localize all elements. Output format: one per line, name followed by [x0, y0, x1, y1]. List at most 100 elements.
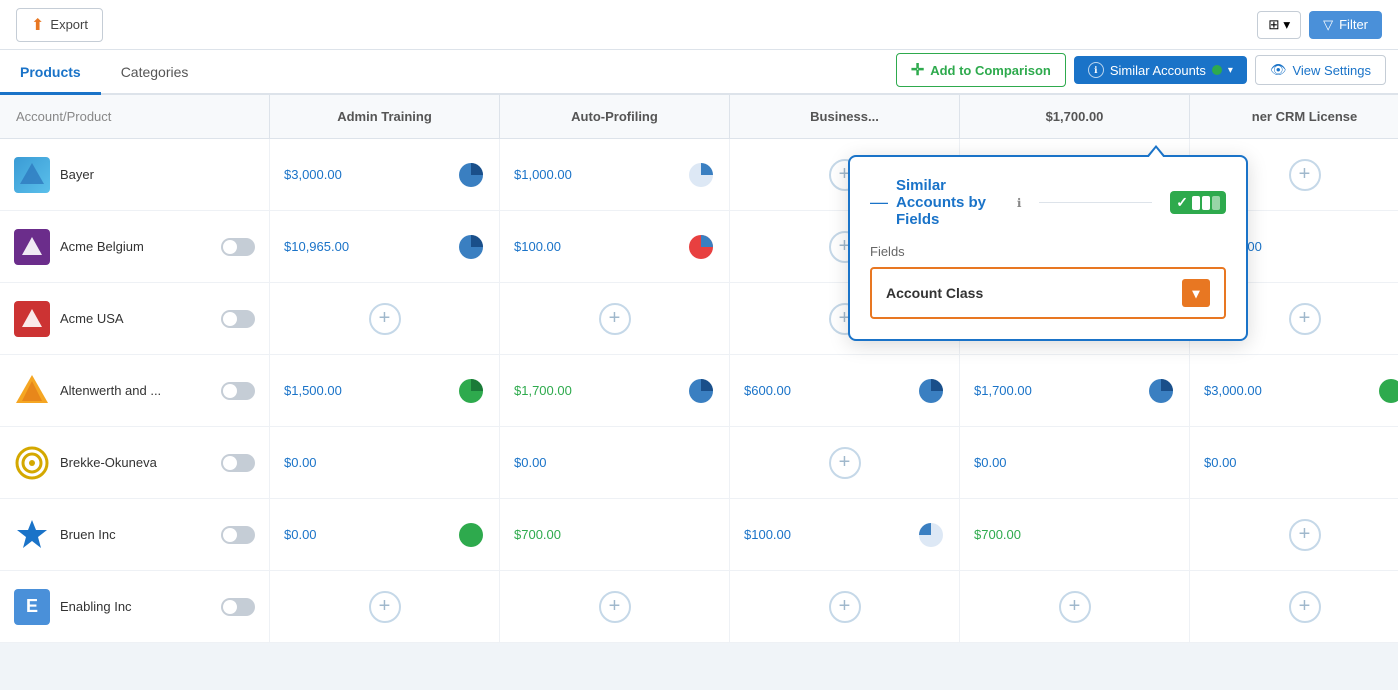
brekke-logo: [14, 445, 50, 481]
fields-label: Fields: [870, 244, 1226, 259]
similar-accounts-button[interactable]: ℹ Similar Accounts ▾: [1074, 56, 1247, 84]
bruen-admin: $0.00: [270, 499, 500, 571]
altenwerth-name: Altenwerth and ...: [60, 383, 211, 398]
similar-accounts-popup: — Similar Accounts by Fields ℹ ✓ Fields …: [848, 155, 1248, 341]
bruen-business-pie: [917, 521, 945, 549]
account-row-acme-usa: Acme USA: [0, 283, 270, 355]
bayer-auto-amount: $1,000.00: [514, 167, 572, 182]
fields-dropdown[interactable]: Account Class ▾: [870, 267, 1226, 319]
bayer-crm-add[interactable]: +: [1289, 159, 1321, 191]
brekke-toggle[interactable]: [221, 454, 255, 472]
toggle-seg-1: [1192, 196, 1200, 210]
brekke-admin-amount: $0.00: [284, 455, 317, 470]
acme-usa-auto-add[interactable]: +: [599, 303, 631, 335]
popup-header: — Similar Accounts by Fields ℹ ✓: [870, 177, 1226, 228]
enabling-business: +: [730, 571, 960, 643]
enabling-toggle[interactable]: [221, 598, 255, 616]
view-settings-label: View Settings: [1292, 63, 1371, 78]
enabling-auto-add[interactable]: +: [599, 591, 631, 623]
acme-usa-auto: +: [500, 283, 730, 355]
brekke-crm: $0.00: [1190, 427, 1398, 499]
bayer-auto-pie: [687, 161, 715, 189]
acme-belgium-name: Acme Belgium: [60, 239, 211, 254]
toggle-seg-3: [1212, 196, 1220, 210]
bruen-business: $100.00: [730, 499, 960, 571]
altenwerth-business: $600.00: [730, 355, 960, 427]
bruen-admin-pie: [457, 521, 485, 549]
enabling-admin: +: [270, 571, 500, 643]
tab-products[interactable]: Products: [0, 50, 101, 95]
bruen-logo: [14, 517, 50, 553]
bruen-admin-amount: $0.00: [284, 527, 317, 542]
brekke-business: +: [730, 427, 960, 499]
fields-dropdown-arrow[interactable]: ▾: [1182, 279, 1210, 307]
acme-usa-crm-add[interactable]: +: [1289, 303, 1321, 335]
account-row-enabling: E Enabling Inc: [0, 571, 270, 643]
acme-belgium-auto: $100.00: [500, 211, 730, 283]
altenwerth-admin-pie: [457, 377, 485, 405]
account-row-altenwerth: Altenwerth and ...: [0, 355, 270, 427]
acme-belgium-admin-amount: $10,965.00: [284, 239, 349, 254]
add-comparison-button[interactable]: ✛ Add to Comparison: [896, 53, 1066, 87]
enabling-name: Enabling Inc: [60, 599, 211, 614]
export-icon: ⬆: [31, 15, 44, 35]
enabling-crm-add[interactable]: +: [1289, 591, 1321, 623]
bayer-admin-training: $3,000.00: [270, 139, 500, 211]
altenwerth-business-pie: [917, 377, 945, 405]
filter-label: Filter: [1339, 17, 1368, 32]
filter-icon: ▽: [1323, 17, 1333, 33]
account-row-brekke: Brekke-Okuneva: [0, 427, 270, 499]
bruen-name: Bruen Inc: [60, 527, 211, 542]
altenwerth-auto: $1,700.00: [500, 355, 730, 427]
acme-belgium-auto-pie: [687, 233, 715, 261]
bruen-crm: +: [1190, 499, 1398, 571]
popup-info-icon[interactable]: ℹ: [1017, 196, 1022, 210]
bruen-business-amount: $100.00: [744, 527, 791, 542]
altenwerth-col4-amount: $1,700.00: [974, 383, 1032, 398]
altenwerth-crm-amount: $3,000.00: [1204, 383, 1262, 398]
bruen-crm-add[interactable]: +: [1289, 519, 1321, 551]
bayer-name: Bayer: [60, 167, 255, 182]
plus-icon: ✛: [911, 60, 924, 80]
toggle-bar: [1192, 196, 1220, 210]
popup-collapse-button[interactable]: —: [870, 192, 888, 213]
altenwerth-business-amount: $600.00: [744, 383, 791, 398]
view-settings-button[interactable]: 👁 View Settings: [1255, 55, 1386, 85]
altenwerth-admin: $1,500.00: [270, 355, 500, 427]
eye-icon: 👁: [1270, 62, 1287, 78]
bayer-auto-profiling: $1,000.00: [500, 139, 730, 211]
header-crm-license: ner CRM License: [1190, 95, 1398, 139]
altenwerth-toggle[interactable]: [221, 382, 255, 400]
brekke-col4-amount: $0.00: [974, 455, 1007, 470]
bayer-logo: [14, 157, 50, 193]
header-auto-profiling: Auto-Profiling: [500, 95, 730, 139]
account-row-bayer: Bayer: [0, 139, 270, 211]
enabling-col4-add[interactable]: +: [1059, 591, 1091, 623]
chevron-down-icon: ▾: [1283, 17, 1290, 33]
altenwerth-auto-pie: [687, 377, 715, 405]
check-icon: ✓: [1176, 194, 1188, 211]
enabling-admin-add[interactable]: +: [369, 591, 401, 623]
tab-categories[interactable]: Categories: [101, 50, 209, 95]
acme-belgium-admin: $10,965.00: [270, 211, 500, 283]
bruen-auto-amount: $700.00: [514, 527, 561, 542]
acme-usa-admin: +: [270, 283, 500, 355]
brekke-business-add[interactable]: +: [829, 447, 861, 479]
similar-icon: ℹ: [1088, 62, 1104, 78]
export-button[interactable]: ⬆ Export: [16, 8, 103, 42]
grid-toggle-button[interactable]: ⊞ ▾: [1257, 11, 1301, 39]
acme-usa-toggle[interactable]: [221, 310, 255, 328]
chevron-down-icon: ▾: [1228, 65, 1233, 76]
export-label: Export: [50, 17, 88, 32]
acme-belgium-toggle[interactable]: [221, 238, 255, 256]
bruen-toggle[interactable]: [221, 526, 255, 544]
enabling-business-add[interactable]: +: [829, 591, 861, 623]
popup-toggle[interactable]: ✓: [1170, 191, 1226, 214]
green-dot: [1212, 65, 1222, 75]
filter-button[interactable]: ▽ Filter: [1309, 11, 1382, 39]
acme-usa-admin-add[interactable]: +: [369, 303, 401, 335]
add-comparison-label: Add to Comparison: [930, 63, 1051, 78]
acme-belgium-logo: [14, 229, 50, 265]
brekke-auto-amount: $0.00: [514, 455, 547, 470]
brekke-admin: $0.00: [270, 427, 500, 499]
